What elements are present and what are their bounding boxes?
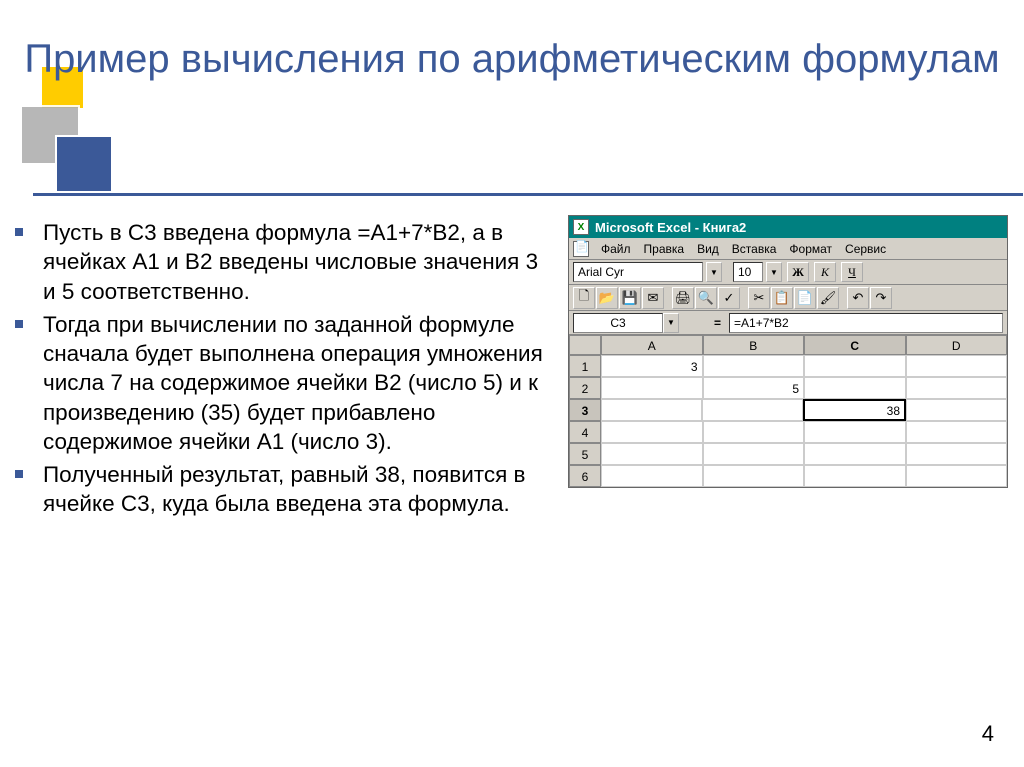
window-title: Microsoft Excel - Книга2 (595, 220, 746, 235)
slide-title: Пример вычисления по арифметическим форм… (0, 35, 1024, 83)
table-row: 2 5 (569, 377, 1007, 399)
row-header-6[interactable]: 6 (569, 465, 601, 487)
cell-a4[interactable] (601, 421, 703, 443)
redo-icon[interactable]: ↷ (870, 287, 892, 309)
cell-a2[interactable] (601, 377, 703, 399)
cell-a3[interactable] (601, 399, 702, 421)
bullet-text: Пусть в С3 введена формула =А1+7*В2, а в… (43, 218, 550, 306)
cell-c6[interactable] (804, 465, 906, 487)
bold-button[interactable]: Ж (787, 262, 809, 282)
format-painter-icon[interactable]: 🖌 (817, 287, 839, 309)
font-size-select[interactable]: 10 (733, 262, 763, 282)
save-icon[interactable]: 💾 (619, 287, 641, 309)
paste-icon[interactable]: 📄 (794, 287, 816, 309)
row-header-2[interactable]: 2 (569, 377, 601, 399)
cell-b3[interactable] (702, 399, 803, 421)
bullet-text: Полученный результат, равный 38, появитс… (43, 460, 550, 519)
cell-a1[interactable]: 3 (601, 355, 703, 377)
column-header-c[interactable]: C (804, 335, 906, 355)
excel-window: X Microsoft Excel - Книга2 Файл Правка В… (568, 215, 1008, 488)
document-icon (573, 241, 589, 257)
cell-b4[interactable] (703, 421, 805, 443)
row-header-3[interactable]: 3 (569, 399, 601, 421)
copy-icon[interactable]: 📋 (771, 287, 793, 309)
cell-d3[interactable] (906, 399, 1007, 421)
list-item: Пусть в С3 введена формула =А1+7*В2, а в… (15, 218, 550, 306)
cell-a5[interactable] (601, 443, 703, 465)
cell-d1[interactable] (906, 355, 1008, 377)
cut-icon[interactable]: ✂ (748, 287, 770, 309)
format-toolbar: Arial Cyr ▼ 10 ▼ Ж К Ч (569, 260, 1007, 285)
table-row: 6 (569, 465, 1007, 487)
slide-decoration (5, 65, 125, 195)
bullet-text: Тогда при вычислении по заданной формуле… (43, 310, 550, 456)
formula-input[interactable]: =A1+7*B2 (729, 313, 1003, 333)
standard-toolbar: 🗋 📂 💾 ✉ 🖨 🔍 ✓ ✂ 📋 📄 🖌 ↶ ↷ (569, 285, 1007, 311)
list-item: Полученный результат, равный 38, появитс… (15, 460, 550, 519)
cell-d2[interactable] (906, 377, 1008, 399)
print-icon[interactable]: 🖨 (672, 287, 694, 309)
undo-icon[interactable]: ↶ (847, 287, 869, 309)
menu-format[interactable]: Формат (784, 240, 837, 258)
size-dropdown-icon[interactable]: ▼ (766, 262, 782, 282)
deco-square-blue (55, 135, 113, 193)
table-row: 1 3 (569, 355, 1007, 377)
formula-bar: C3 ▼ = =A1+7*B2 (569, 311, 1007, 335)
menu-file[interactable]: Файл (596, 240, 636, 258)
bullet-icon (15, 470, 23, 478)
cell-d5[interactable] (906, 443, 1008, 465)
page-number: 4 (982, 721, 994, 747)
cell-d4[interactable] (906, 421, 1008, 443)
row-header-5[interactable]: 5 (569, 443, 601, 465)
namebox-dropdown-icon[interactable]: ▼ (663, 313, 679, 333)
cell-c2[interactable] (804, 377, 906, 399)
spreadsheet-grid: A B C D 1 3 2 5 3 38 4 (569, 335, 1007, 487)
font-name-select[interactable]: Arial Cyr (573, 262, 703, 282)
new-file-icon[interactable]: 🗋 (573, 287, 595, 309)
italic-button[interactable]: К (814, 262, 836, 282)
table-row: 4 (569, 421, 1007, 443)
cell-a6[interactable] (601, 465, 703, 487)
column-header-b[interactable]: B (703, 335, 805, 355)
preview-icon[interactable]: 🔍 (695, 287, 717, 309)
column-headers: A B C D (569, 335, 1007, 355)
menu-edit[interactable]: Правка (639, 240, 690, 258)
cell-c1[interactable] (804, 355, 906, 377)
row-header-1[interactable]: 1 (569, 355, 601, 377)
deco-underline (33, 193, 1023, 196)
cell-b2[interactable]: 5 (703, 377, 805, 399)
menu-insert[interactable]: Вставка (727, 240, 782, 258)
table-row: 5 (569, 443, 1007, 465)
underline-button[interactable]: Ч (841, 262, 863, 282)
window-titlebar: X Microsoft Excel - Книга2 (569, 216, 1007, 238)
cell-c5[interactable] (804, 443, 906, 465)
row-header-4[interactable]: 4 (569, 421, 601, 443)
cell-b5[interactable] (703, 443, 805, 465)
column-header-a[interactable]: A (601, 335, 703, 355)
cell-c3[interactable]: 38 (803, 399, 906, 421)
equals-label: = (714, 316, 721, 330)
bullet-icon (15, 320, 23, 328)
bullet-icon (15, 228, 23, 236)
bullet-list: Пусть в С3 введена формула =А1+7*В2, а в… (15, 218, 550, 523)
cell-c4[interactable] (804, 421, 906, 443)
cell-b6[interactable] (703, 465, 805, 487)
column-header-d[interactable]: D (906, 335, 1008, 355)
select-all-corner[interactable] (569, 335, 601, 355)
table-row: 3 38 (569, 399, 1007, 421)
name-box[interactable]: C3 (573, 313, 663, 333)
list-item: Тогда при вычислении по заданной формуле… (15, 310, 550, 456)
excel-icon: X (573, 219, 589, 235)
open-file-icon[interactable]: 📂 (596, 287, 618, 309)
font-dropdown-icon[interactable]: ▼ (706, 262, 722, 282)
menu-service[interactable]: Сервис (840, 240, 891, 258)
mail-icon[interactable]: ✉ (642, 287, 664, 309)
cell-d6[interactable] (906, 465, 1008, 487)
spellcheck-icon[interactable]: ✓ (718, 287, 740, 309)
menu-view[interactable]: Вид (692, 240, 724, 258)
menu-bar: Файл Правка Вид Вставка Формат Сервис (569, 238, 1007, 260)
cell-b1[interactable] (703, 355, 805, 377)
